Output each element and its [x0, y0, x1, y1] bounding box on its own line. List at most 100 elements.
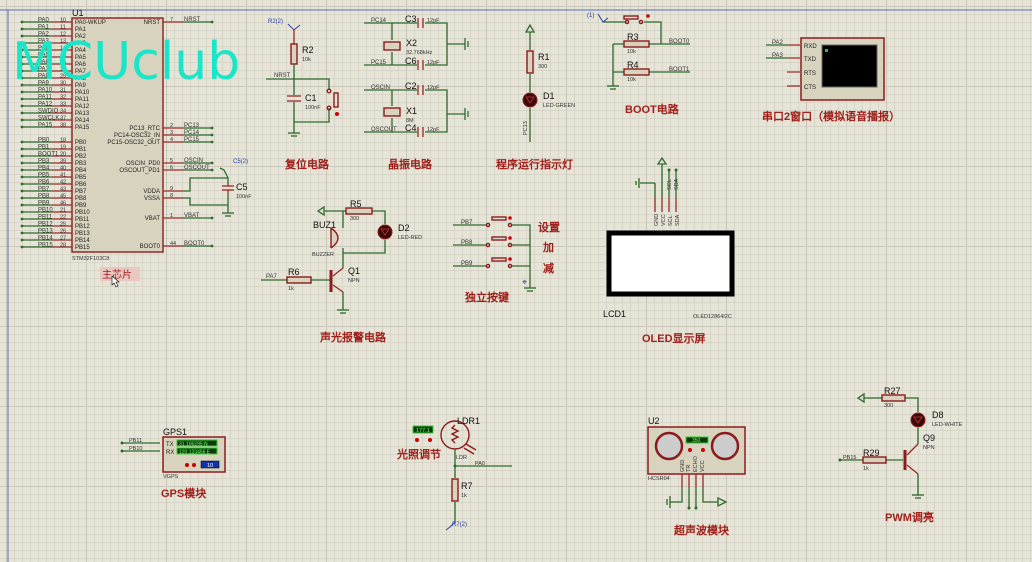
pwm-circuit[interactable]: R27 300 D8 LED-WHITE Q9 NPN R29 1k PB15 …	[838, 386, 963, 524]
boot-button[interactable]	[623, 15, 639, 20]
r1-resistor[interactable]	[526, 50, 534, 74]
d8-ref: D8	[932, 410, 944, 420]
pa3-net: PA3	[772, 53, 784, 59]
d1-led[interactable]	[522, 92, 538, 108]
r7-ref: R7	[461, 481, 473, 491]
u1-pin-terminal[interactable]	[20, 154, 24, 158]
reset-probe[interactable]: R2(2)	[268, 19, 283, 25]
ultrasonic-module[interactable]: 350 GND TR ECHO VCC U2 HCSR04 超声波模块	[647, 416, 746, 537]
terminal-cursor	[825, 49, 828, 52]
u1-pin-terminal[interactable]	[20, 175, 24, 179]
r7-resistor[interactable]	[451, 478, 459, 502]
serial-title: 串口2窗口（模拟语音播报）	[762, 109, 900, 123]
u1-pin-terminal[interactable]	[20, 20, 24, 24]
pb15-net: PB15	[843, 455, 856, 461]
c5-value: 100nF	[236, 194, 252, 200]
u1-pin-terminal[interactable]	[20, 104, 24, 108]
u1-pin-net: PB6	[38, 180, 50, 186]
u1-pin-number: 44	[170, 241, 176, 247]
u1-pin-terminal[interactable]	[20, 147, 24, 151]
q1-ref: Q1	[348, 266, 360, 276]
u1-pin-terminal[interactable]	[210, 126, 214, 130]
u1-pin-name: PB0	[75, 140, 87, 146]
u1-pin-name: PA14	[75, 118, 90, 124]
u1-pin-terminal[interactable]	[210, 133, 214, 137]
u1-pin-name: PB7	[75, 189, 87, 195]
indicator-net: PC13	[523, 121, 529, 135]
u1-pin-net: SWCLK	[38, 116, 59, 122]
u1-pin-terminal[interactable]	[20, 238, 24, 242]
u1-pin-terminal[interactable]	[20, 196, 24, 200]
c4-ref: C4	[405, 123, 417, 133]
u1-pin-terminal[interactable]	[20, 245, 24, 249]
buzzer[interactable]	[330, 227, 339, 249]
u1-pin-net: PC14	[184, 130, 200, 136]
u1-pin-terminal[interactable]	[20, 125, 24, 129]
u1-pin-net: OSCOUT	[184, 165, 210, 171]
lcd1-ref: LCD1	[603, 309, 626, 319]
u1-pin-terminal[interactable]	[20, 140, 24, 144]
boot-circuit[interactable]: (1) R3 10k R4 10k BOOT0 BOOT1 BOOT电路	[587, 13, 690, 116]
u1-pin-terminal[interactable]	[210, 216, 214, 220]
oled-display[interactable]: GND VCC SCL SDA SCL SDA LCD1 OLED12864I2…	[603, 156, 735, 345]
c3-value: 12pF	[427, 18, 440, 24]
u1-pin-terminal[interactable]	[210, 161, 214, 165]
oled-sda-pin: SDA	[675, 214, 681, 226]
u1-pin-terminal[interactable]	[210, 140, 214, 144]
u1-pin-terminal[interactable]	[20, 217, 24, 221]
u1-pin-terminal[interactable]	[20, 231, 24, 235]
q9-ref: Q9	[923, 433, 935, 443]
boot-probe[interactable]: (1)	[587, 13, 594, 19]
hcsr04-part: HCSR04	[648, 476, 670, 482]
oled-scl-pin: SCL	[668, 215, 674, 226]
u1-pin-terminal[interactable]	[20, 189, 24, 193]
ldr-circuit[interactable]: 177.1 LDR1 LDR PA0 R7 1k R7(2) 光照调节	[396, 416, 512, 531]
oscout-net: OSCOUT	[371, 127, 397, 133]
key-down[interactable]	[485, 257, 513, 269]
c2-value: 12pF	[427, 85, 440, 91]
u1-pin-terminal[interactable]	[20, 97, 24, 101]
alarm-circuit[interactable]: BUZ1 BUZZER R5 300 D2 LED-RED Q1 NPN R6 …	[261, 199, 422, 344]
key-up[interactable]	[485, 236, 513, 248]
u1-pin-terminal[interactable]	[20, 111, 24, 115]
u1-pin-terminal[interactable]	[210, 168, 214, 172]
reset-circuit[interactable]: R2(2) R2 10k NRST C1 100nF 复位电路	[266, 19, 339, 171]
gps-module[interactable]: PB11 PB10 TX RX 31.106295 N 120.123456 E…	[120, 427, 226, 500]
serial-terminal[interactable]: PA2 PA3 RXD TXD RTS CTS 串口2窗口（模拟语音播报）	[762, 37, 900, 123]
u1-pin-net: PB7	[38, 187, 50, 193]
u1-pin-net: PB3	[38, 159, 50, 165]
indicator-circuit[interactable]: R1 300 D1 LED-GREEN PC13 程序运行指示灯	[496, 23, 575, 171]
r7-probe[interactable]: R7(2)	[452, 522, 467, 528]
schematic-canvas[interactable]: U1 PA0 10 PA0-WKUPPA1 11 PA1PA2 12 PA2PA3 13 PA3…	[0, 0, 1032, 562]
u1-pin-terminal[interactable]	[210, 20, 214, 24]
u1-pin-terminal[interactable]	[20, 224, 24, 228]
gps-longitude: 120.123456 E	[179, 450, 211, 456]
u1-pin-terminal[interactable]	[20, 27, 24, 31]
u1-pin-terminal[interactable]	[20, 210, 24, 214]
d2-led[interactable]	[377, 224, 393, 240]
r27-value: 300	[884, 403, 893, 409]
u1-pin-net: PA12	[38, 102, 53, 108]
crystal-circuit[interactable]: PC14 PC15 OSCIN OSCOUT C3 12pF C6 12pF C…	[364, 14, 469, 171]
key-set[interactable]	[485, 216, 513, 228]
x2-crystal[interactable]	[383, 41, 401, 51]
r2-resistor[interactable]	[290, 43, 298, 65]
r6-value: 1k	[288, 286, 294, 292]
txd-pin: TXD	[804, 57, 817, 63]
c5-probe[interactable]: C5(2)	[233, 159, 248, 165]
keys-circuit[interactable]: ⌖ PB7 PB8 PB9 设置 加 减 独立按键	[453, 216, 560, 304]
u1-pin-terminal[interactable]	[20, 168, 24, 172]
u1-pin-terminal[interactable]	[20, 118, 24, 122]
u1-pin-terminal[interactable]	[20, 203, 24, 207]
r6-resistor[interactable]	[286, 276, 312, 284]
reset-button[interactable]	[333, 92, 339, 108]
d8-led[interactable]	[910, 412, 926, 428]
pc15-net: PC15	[371, 60, 387, 66]
ldr-title: 光照调节	[396, 447, 441, 461]
u1-pin-terminal[interactable]	[20, 182, 24, 186]
u1-pin-terminal[interactable]	[20, 161, 24, 165]
u1-pin-terminal[interactable]	[210, 244, 214, 248]
x1-crystal[interactable]	[383, 107, 401, 117]
u1-pin-number: 43	[60, 187, 66, 193]
u1-pin-number: 2	[170, 123, 173, 129]
